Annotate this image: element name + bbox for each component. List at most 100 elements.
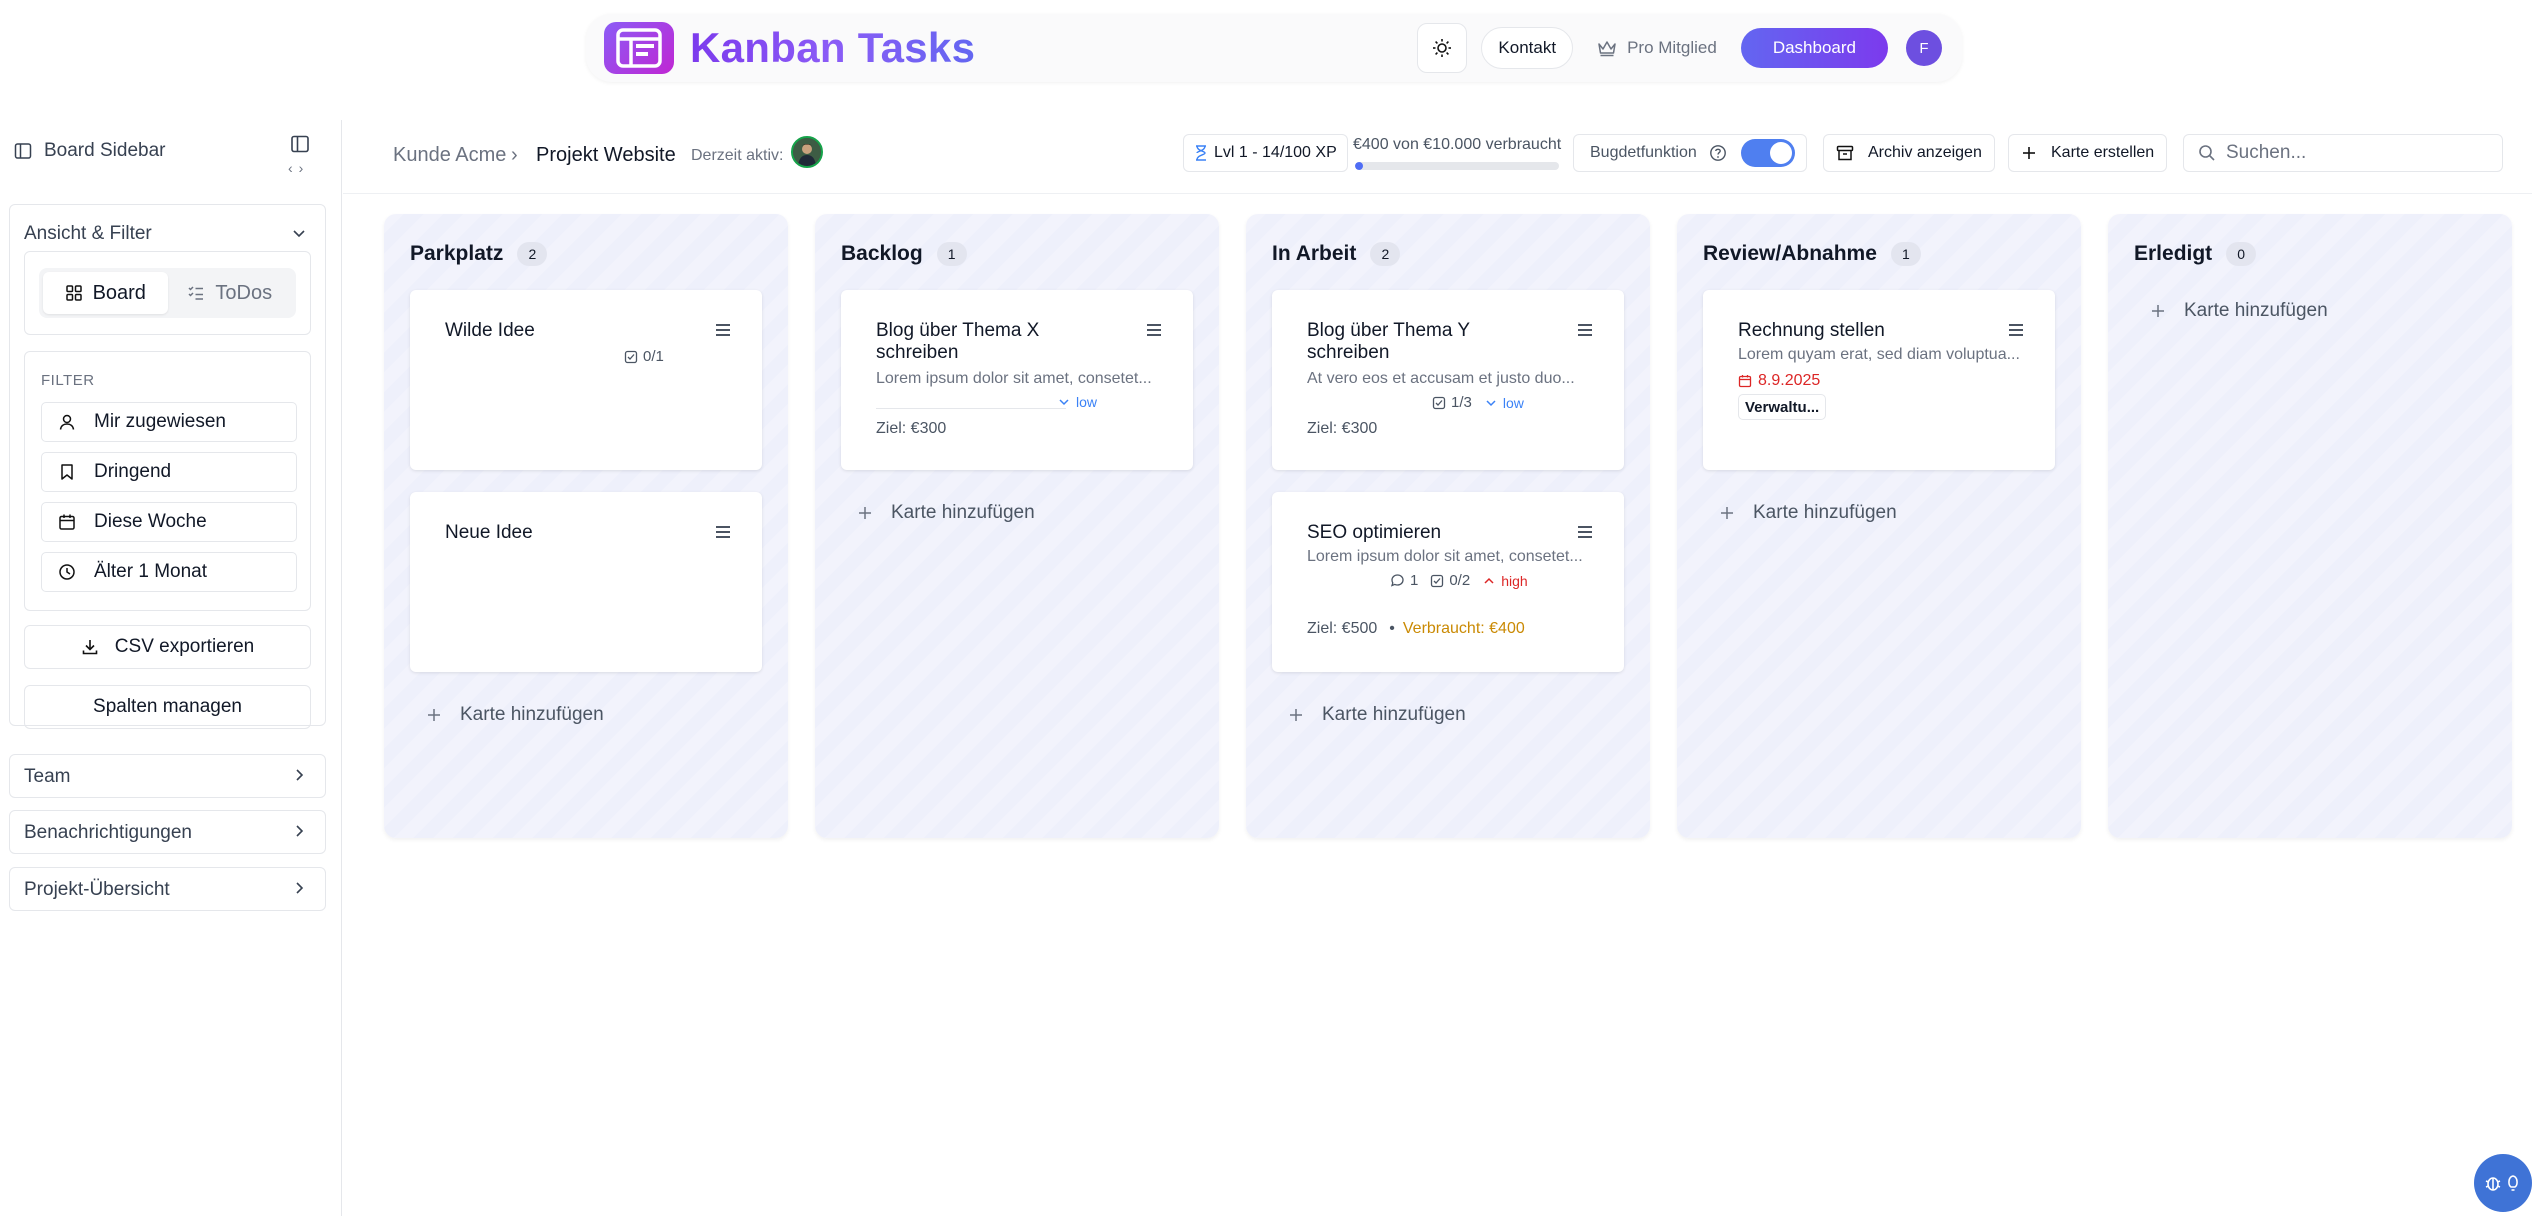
xp-level-label: Lvl 1 - 14/100 XP <box>1214 144 1337 161</box>
add-card-button[interactable]: Karte hinzufügen <box>857 502 1035 524</box>
budget-function-switch[interactable] <box>1740 139 1795 167</box>
view-todos-button[interactable]: ToDos <box>168 272 293 314</box>
column-count-badge: 0 <box>2226 242 2257 266</box>
card-description: Lorem ipsum dolor sit amet, consetet... <box>1307 548 1583 565</box>
plus-icon <box>859 507 871 519</box>
card-title: Blog über Thema Y schreiben <box>1307 320 1470 363</box>
card-goal: Ziel: €300 <box>1307 420 1377 438</box>
show-archive-button[interactable]: Archiv anzeigen <box>1823 134 1995 172</box>
dashboard-button[interactable]: Dashboard <box>1740 28 1888 68</box>
card-comments: 1 <box>1390 572 1418 589</box>
filter-this-week[interactable]: Diese Woche <box>41 502 297 542</box>
feedback-fab-button[interactable] <box>2474 1154 2532 1212</box>
card-description: Lorem quyam erat, sed diam voluptua... <box>1738 346 2020 363</box>
filter-urgent[interactable]: Dringend <box>41 452 297 492</box>
plus-icon <box>1721 507 1733 519</box>
card-priority-label: low <box>1502 394 1524 411</box>
sidebar-collapse-button[interactable] <box>290 134 310 159</box>
calendar-icon <box>1738 375 1752 388</box>
column-title: Erledigt <box>2134 242 2213 265</box>
view-board-button[interactable]: Board <box>43 272 168 314</box>
menu-icon[interactable] <box>2007 322 2025 338</box>
budget-function-toggle-box: Bugdetfunktion <box>1573 134 1807 172</box>
add-card-button[interactable]: Karte hinzufügen <box>2150 300 2328 322</box>
search-input[interactable] <box>2226 142 2486 164</box>
user-avatar[interactable]: F <box>1906 30 1942 66</box>
card-title: Rechnung stellen <box>1738 320 1885 341</box>
download-icon <box>82 640 98 655</box>
column-count-badge: 1 <box>936 242 967 266</box>
crown-icon <box>1598 41 1616 57</box>
menu-icon[interactable] <box>714 322 732 338</box>
add-card-label: Karte hinzufügen <box>1322 704 1466 725</box>
card-checklist: 0/1 <box>624 348 664 365</box>
column-title: Review/Abnahme <box>1703 242 1877 265</box>
pro-member-badge[interactable]: Pro Mitglied <box>1597 38 1717 58</box>
task-card[interactable]: Blog über Thema X schreiben Lorem ipsum … <box>841 290 1193 470</box>
task-card[interactable]: Rechnung stellen Lorem quyam erat, sed d… <box>1703 290 2055 470</box>
kanban-logo-icon[interactable] <box>604 22 674 74</box>
add-card-label: Karte hinzufügen <box>2184 300 2328 321</box>
task-card[interactable]: SEO optimieren Lorem ipsum dolor sit ame… <box>1272 492 1624 672</box>
project-overview-section[interactable]: Projekt-Übersicht <box>9 867 326 911</box>
task-card[interactable]: Blog über Thema Y schreiben At vero eos … <box>1272 290 1624 470</box>
task-card[interactable]: Wilde Idee 0/1 <box>410 290 762 470</box>
card-title: Neue Idee <box>445 522 533 543</box>
column-header: Parkplatz 2 <box>410 242 548 266</box>
notifications-section[interactable]: Benachrichtigungen <box>9 810 326 854</box>
active-user-avatar[interactable] <box>791 136 823 168</box>
team-section[interactable]: Team <box>9 754 326 798</box>
menu-icon[interactable] <box>1145 322 1163 338</box>
xp-level-badge[interactable]: Lvl 1 - 14/100 XP <box>1183 134 1348 172</box>
csv-export-button[interactable]: CSV exportieren <box>24 625 311 669</box>
card-meta: 1 0/2 high <box>1390 572 1540 589</box>
filter-label: FILTER <box>41 372 95 389</box>
sidebar-title: Board Sidebar <box>44 140 166 161</box>
filter-assigned-to-me[interactable]: Mir zugewiesen <box>41 402 297 442</box>
filter-box: FILTER Mir zugewiesen Dringend Diese Woc… <box>24 351 311 611</box>
chevron-down-icon[interactable] <box>291 225 307 241</box>
filter-urgent-label: Dringend <box>94 461 172 482</box>
task-card[interactable]: Neue Idee <box>410 492 762 672</box>
board-sidebar: Board Sidebar ‹› Ansicht & Filter Board … <box>0 120 342 1216</box>
menu-icon[interactable] <box>1576 524 1594 540</box>
checkbox-icon <box>1431 574 1444 587</box>
card-tag[interactable]: Verwaltu... <box>1738 394 1827 420</box>
chevron-down-icon <box>1059 399 1069 406</box>
breadcrumb-client[interactable]: Kunde Acme <box>393 144 506 167</box>
create-card-button[interactable]: Karte erstellen <box>2008 134 2168 172</box>
bookmark-icon <box>61 464 73 480</box>
column-count-badge: 2 <box>517 242 548 266</box>
card-spent-label: Verbraucht: €400 <box>1402 620 1525 637</box>
menu-icon[interactable] <box>714 524 732 540</box>
add-card-button[interactable]: Karte hinzufügen <box>426 704 604 726</box>
card-priority: high <box>1482 573 1528 589</box>
column-review-abnahme: Review/Abnahme 1 Rechnung stellen Lorem … <box>1677 214 2081 838</box>
plus-icon <box>2023 147 2035 159</box>
view-filter-title[interactable]: Ansicht & Filter <box>24 223 152 245</box>
manage-columns-button[interactable]: Spalten managen <box>24 685 311 729</box>
sidebar-panel-icon <box>14 143 32 159</box>
sidebar-resize-arrows-icon[interactable]: ‹› <box>288 160 309 176</box>
help-circle-icon[interactable] <box>1709 144 1727 162</box>
filter-older-month[interactable]: Älter 1 Monat <box>41 552 297 592</box>
view-toggle: Board ToDos <box>39 268 296 318</box>
view-todos-label: ToDos <box>215 281 273 304</box>
add-card-button[interactable]: Karte hinzufügen <box>1288 704 1466 726</box>
column-count-badge: 2 <box>1370 242 1401 266</box>
column-header: Backlog 1 <box>841 242 967 266</box>
add-card-label: Karte hinzufügen <box>1753 502 1897 523</box>
user-icon <box>59 414 75 430</box>
separator-dot: • <box>1389 620 1395 637</box>
card-due-date: 8.9.2025 <box>1738 372 1820 390</box>
card-goal-label: Ziel: €300 <box>876 420 947 437</box>
menu-icon[interactable] <box>1576 322 1594 338</box>
card-comment-count: 1 <box>1410 572 1419 589</box>
chevron-up-icon <box>1484 577 1494 584</box>
create-card-label: Karte erstellen <box>2051 144 2155 161</box>
theme-toggle-button[interactable] <box>1417 23 1468 73</box>
checkbox-icon <box>1432 396 1446 409</box>
contact-button[interactable]: Kontakt <box>1481 27 1574 69</box>
checklist-icon <box>188 286 204 300</box>
add-card-button[interactable]: Karte hinzufügen <box>1719 502 1897 524</box>
